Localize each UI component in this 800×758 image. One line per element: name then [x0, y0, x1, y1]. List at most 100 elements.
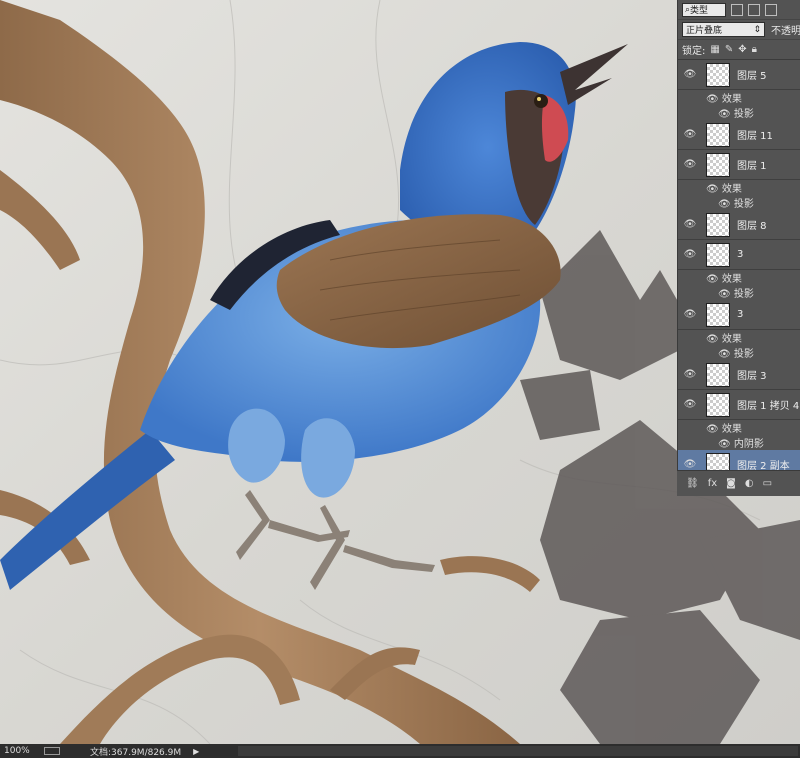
layer-thumbnail — [706, 242, 730, 267]
adjustment-icon[interactable]: ◐ — [745, 478, 754, 489]
layer-thumbnail — [706, 302, 730, 327]
status-arrow-icon[interactable]: ▶ — [193, 747, 199, 756]
lock-row: 锁定: ▦ ✎ ✥ 🔒︎ — [678, 40, 800, 60]
visibility-eye-icon[interactable]: 👁︎ — [678, 369, 702, 380]
lock-transparent-icon[interactable]: ▦ — [710, 44, 719, 55]
layer-thumbnail — [706, 122, 730, 147]
effect-eye-icon[interactable]: 👁︎ — [706, 94, 719, 105]
blend-row: 正片叠底 ⇕ 不透明 — [678, 20, 800, 40]
effect-text: 效果 — [721, 184, 742, 195]
lock-move-icon[interactable]: ✥ — [738, 44, 746, 55]
effects-label: 👁︎ 效果 — [706, 420, 742, 435]
effect-text: 效果 — [721, 424, 742, 435]
effect-eye-icon[interactable]: 👁︎ — [718, 109, 731, 120]
doc-size: 文档:367.9M/826.9M — [90, 747, 182, 758]
preview-icon — [44, 747, 60, 755]
effect-label: 👁︎ 投影 — [718, 195, 754, 210]
layer-row[interactable]: 👁︎ 图层 1 拷贝 4 — [678, 390, 800, 420]
effect-text: 投影 — [733, 289, 754, 300]
effect-label: 👁︎ 投影 — [718, 105, 754, 120]
layer-name: 3 — [737, 309, 744, 320]
layer-row[interactable]: 👁︎ 图层 3 — [678, 360, 800, 390]
layer-name: 图层 3 — [737, 371, 767, 382]
effect-label: 👁︎ 投影 — [718, 285, 754, 300]
layer-name: 图层 11 — [737, 131, 773, 142]
effect-eye-icon[interactable]: 👁︎ — [718, 349, 731, 360]
layer-thumbnail — [706, 62, 730, 87]
zoom-level[interactable]: 100% — [4, 746, 38, 756]
effects-row[interactable]: 👁︎ 效果 — [678, 90, 800, 105]
layer-thumbnail — [706, 362, 730, 387]
effects-label: 👁︎ 效果 — [706, 330, 742, 345]
effect-label: 👁︎ 内阴影 — [718, 435, 764, 450]
layer-thumbnail — [706, 212, 730, 237]
status-bar: 100% 文档:367.9M/826.9M ▶ — [0, 744, 800, 758]
visibility-eye-icon[interactable]: 👁︎ — [678, 249, 702, 260]
effects-row[interactable]: 👁︎ 效果 — [678, 330, 800, 345]
horizontal-scrollbar[interactable] — [238, 746, 798, 756]
effect-row[interactable]: 👁︎ 投影 — [678, 285, 800, 300]
layers-footer: ⛓ fx ◙ ◐ ▭ — [677, 470, 800, 496]
folder-icon[interactable]: ▭ — [763, 478, 772, 489]
layer-thumbnail — [706, 392, 730, 417]
layers-filter-row: ⌕ 类型 — [678, 0, 800, 20]
effect-eye-icon[interactable]: 👁︎ — [718, 439, 731, 450]
layer-row[interactable]: 👁︎ 图层 8 — [678, 210, 800, 240]
filter-type-label: 类型 — [690, 6, 709, 16]
layer-list: 👁︎ 图层 5 👁︎ 效果 👁︎ 投影 👁︎ 图层 11 👁︎ 图层 1 👁︎ 效果 👁︎ 投影 👁… — [678, 60, 800, 480]
effects-label: 👁︎ 效果 — [706, 180, 742, 195]
effect-eye-icon[interactable]: 👁︎ — [706, 184, 719, 195]
visibility-eye-icon[interactable]: 👁︎ — [678, 309, 702, 320]
effect-text: 投影 — [733, 199, 754, 210]
effect-text: 效果 — [721, 274, 742, 285]
layer-name: 图层 1 拷贝 4 — [737, 401, 800, 412]
link-icon[interactable]: ⛓ — [686, 478, 699, 489]
mask-icon[interactable]: ◙ — [726, 478, 736, 489]
layer-row[interactable]: 👁︎ 图层 5 — [678, 60, 800, 90]
effect-label: 👁︎ 投影 — [718, 345, 754, 360]
fx-icon[interactable]: fx — [708, 478, 717, 489]
layer-row[interactable]: 👁︎ 图层 11 — [678, 120, 800, 150]
visibility-eye-icon[interactable]: 👁︎ — [678, 219, 702, 230]
layer-row[interactable]: 👁︎ 3 — [678, 240, 800, 270]
effect-text: 内阴影 — [733, 439, 764, 450]
filter-type-dropdown[interactable]: ⌕ 类型 — [682, 2, 726, 17]
effect-text: 效果 — [721, 334, 742, 345]
effects-row[interactable]: 👁︎ 效果 — [678, 180, 800, 195]
effect-eye-icon[interactable]: 👁︎ — [718, 199, 731, 210]
effect-row[interactable]: 👁︎ 投影 — [678, 105, 800, 120]
effect-text: 投影 — [733, 349, 754, 360]
visibility-eye-icon[interactable]: 👁︎ — [678, 69, 702, 80]
effect-row[interactable]: 👁︎ 投影 — [678, 195, 800, 210]
effect-row[interactable]: 👁︎ 内阴影 — [678, 435, 800, 450]
layer-row[interactable]: 👁︎ 图层 1 — [678, 150, 800, 180]
filter-pixel-icon[interactable] — [731, 3, 743, 16]
chevron-updown-icon: ⇕ — [753, 24, 761, 35]
visibility-eye-icon[interactable]: 👁︎ — [678, 159, 702, 170]
effects-row[interactable]: 👁︎ 效果 — [678, 420, 800, 435]
visibility-eye-icon[interactable]: 👁︎ — [678, 459, 702, 470]
layer-thumbnail — [706, 152, 730, 177]
layer-name: 图层 8 — [737, 221, 767, 232]
lock-all-icon[interactable]: 🔒︎ — [752, 44, 757, 55]
visibility-eye-icon[interactable]: 👁︎ — [678, 399, 702, 410]
visibility-eye-icon[interactable]: 👁︎ — [678, 129, 702, 140]
lock-paint-icon[interactable]: ✎ — [725, 44, 733, 55]
effect-row[interactable]: 👁︎ 投影 — [678, 345, 800, 360]
filter-text-icon[interactable] — [765, 3, 777, 16]
opacity-label: 不透明 — [771, 26, 800, 37]
layers-panel: ⌕ 类型 正片叠底 ⇕ 不透明 锁定: ▦ ✎ ✥ 🔒︎ 👁︎ 图层 5 👁︎ 效果 👁… — [677, 0, 800, 495]
layer-row[interactable]: 👁︎ 3 — [678, 300, 800, 330]
blend-mode-dropdown[interactable]: 正片叠底 ⇕ — [682, 22, 765, 37]
effect-eye-icon[interactable]: 👁︎ — [706, 334, 719, 345]
blend-mode-value: 正片叠底 — [686, 26, 723, 36]
effects-row[interactable]: 👁︎ 效果 — [678, 270, 800, 285]
effect-eye-icon[interactable]: 👁︎ — [706, 274, 719, 285]
effect-text: 效果 — [721, 94, 742, 105]
effects-label: 👁︎ 效果 — [706, 90, 742, 105]
filter-adjustment-icon[interactable] — [748, 3, 760, 16]
layer-name: 3 — [737, 249, 744, 260]
effect-eye-icon[interactable]: 👁︎ — [718, 289, 731, 300]
lock-label: 锁定: — [682, 46, 706, 57]
effect-eye-icon[interactable]: 👁︎ — [706, 424, 719, 435]
